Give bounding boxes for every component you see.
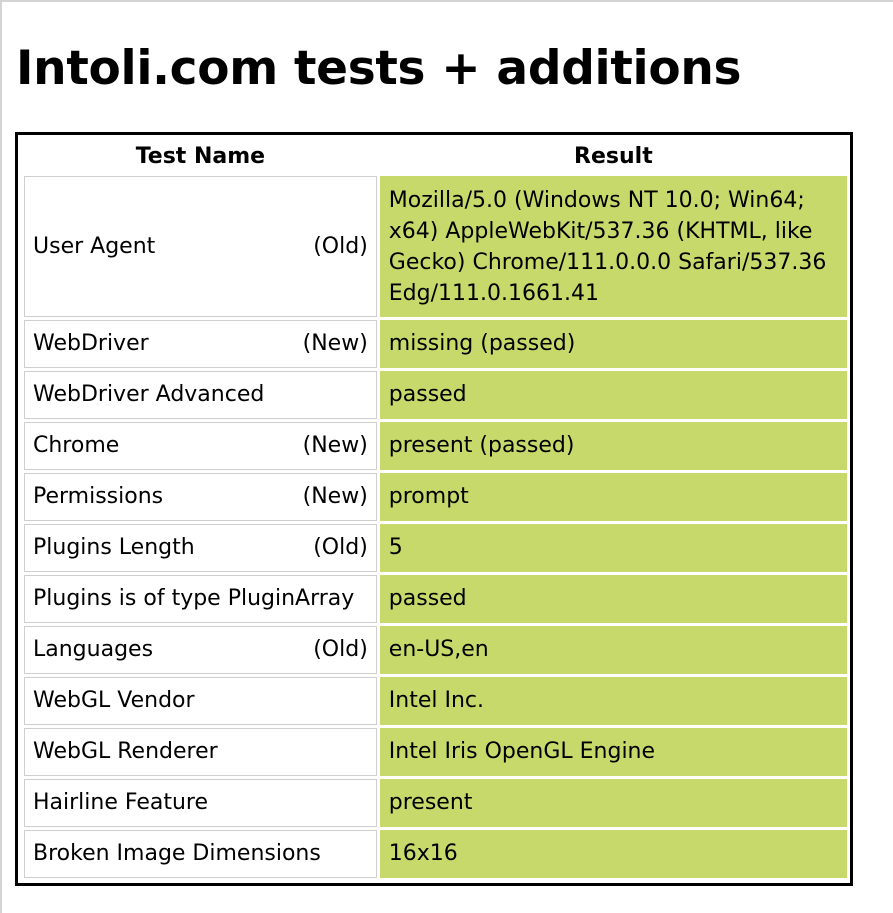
table-row-languages: Languages (Old) en-US,en: [24, 626, 847, 674]
test-name-cell: WebDriver (New): [24, 320, 377, 368]
test-tag: (New): [302, 433, 368, 458]
top-divider: [0, 0, 893, 2]
result-cell: present (passed): [379, 422, 847, 470]
table-row-webgl-vendor: WebGL Vendor Intel Inc.: [24, 677, 847, 725]
table-row-broken-image-dimensions: Broken Image Dimensions 16x16: [24, 830, 847, 878]
test-name: WebGL Vendor: [33, 688, 195, 713]
test-name: User Agent: [33, 233, 156, 259]
test-tag: (Old): [313, 637, 368, 662]
test-name-cell: Hairline Feature: [24, 779, 377, 827]
test-name: Plugins Length: [33, 535, 195, 560]
result-cell: en-US,en: [379, 626, 847, 674]
result-cell: missing (passed): [379, 320, 847, 368]
test-tag: (Old): [313, 233, 368, 259]
result-cell: 5: [379, 524, 847, 572]
test-tag: (New): [302, 484, 368, 509]
test-name-cell: Plugins is of type PluginArray: [24, 575, 377, 623]
test-tag: (New): [302, 331, 368, 356]
test-name-cell: Plugins Length (Old): [24, 524, 377, 572]
table-row-user-agent: User Agent (Old) Mozilla/5.0 (Windows NT…: [24, 176, 847, 317]
test-name: WebDriver: [33, 331, 149, 356]
test-name-cell: User Agent (Old): [24, 176, 377, 317]
column-header-test-name: Test Name: [135, 143, 266, 169]
test-name-cell: Broken Image Dimensions: [24, 830, 377, 878]
test-name-cell: Permissions (New): [24, 473, 377, 521]
left-divider: [0, 0, 2, 913]
test-name: Chrome: [33, 433, 120, 458]
table-row-plugins-length: Plugins Length (Old) 5: [24, 524, 847, 572]
result-cell: Intel Iris OpenGL Engine: [379, 728, 847, 776]
test-tag: (Old): [313, 535, 368, 560]
test-name-cell: WebGL Vendor: [24, 677, 377, 725]
results-table-container: Test Name Result User Agent (Old) Mozill…: [15, 132, 853, 886]
table-row-webgl-renderer: WebGL Renderer Intel Iris OpenGL Engine: [24, 728, 847, 776]
test-name: WebDriver Advanced: [33, 382, 265, 407]
test-name: Permissions: [33, 484, 164, 509]
column-header-result: Result: [574, 143, 653, 169]
result-cell: Mozilla/5.0 (Windows NT 10.0; Win64; x64…: [379, 176, 847, 317]
result-cell: Intel Inc.: [379, 677, 847, 725]
test-name: Plugins is of type PluginArray: [33, 586, 355, 611]
table-row-webdriver-advanced: WebDriver Advanced passed: [24, 371, 847, 419]
result-cell: passed: [379, 575, 847, 623]
results-table: Test Name Result User Agent (Old) Mozill…: [21, 136, 850, 881]
test-name-cell: Chrome (New): [24, 422, 377, 470]
test-name-cell: WebGL Renderer: [24, 728, 377, 776]
result-cell: present: [379, 779, 847, 827]
table-row-chrome: Chrome (New) present (passed): [24, 422, 847, 470]
page-title: Intoli.com tests + additions: [16, 41, 742, 96]
table-row-permissions: Permissions (New) prompt: [24, 473, 847, 521]
result-cell: passed: [379, 371, 847, 419]
result-cell: prompt: [379, 473, 847, 521]
test-name: Hairline Feature: [33, 790, 209, 815]
table-row-hairline-feature: Hairline Feature present: [24, 779, 847, 827]
table-header-row: Test Name Result: [24, 139, 847, 173]
test-name: WebGL Renderer: [33, 739, 218, 764]
test-name: Broken Image Dimensions: [33, 841, 321, 866]
table-row-webdriver: WebDriver (New) missing (passed): [24, 320, 847, 368]
test-name-cell: Languages (Old): [24, 626, 377, 674]
table-row-plugins-type: Plugins is of type PluginArray passed: [24, 575, 847, 623]
result-cell: 16x16: [379, 830, 847, 878]
test-name: Languages: [33, 637, 154, 662]
test-name-cell: WebDriver Advanced: [24, 371, 377, 419]
